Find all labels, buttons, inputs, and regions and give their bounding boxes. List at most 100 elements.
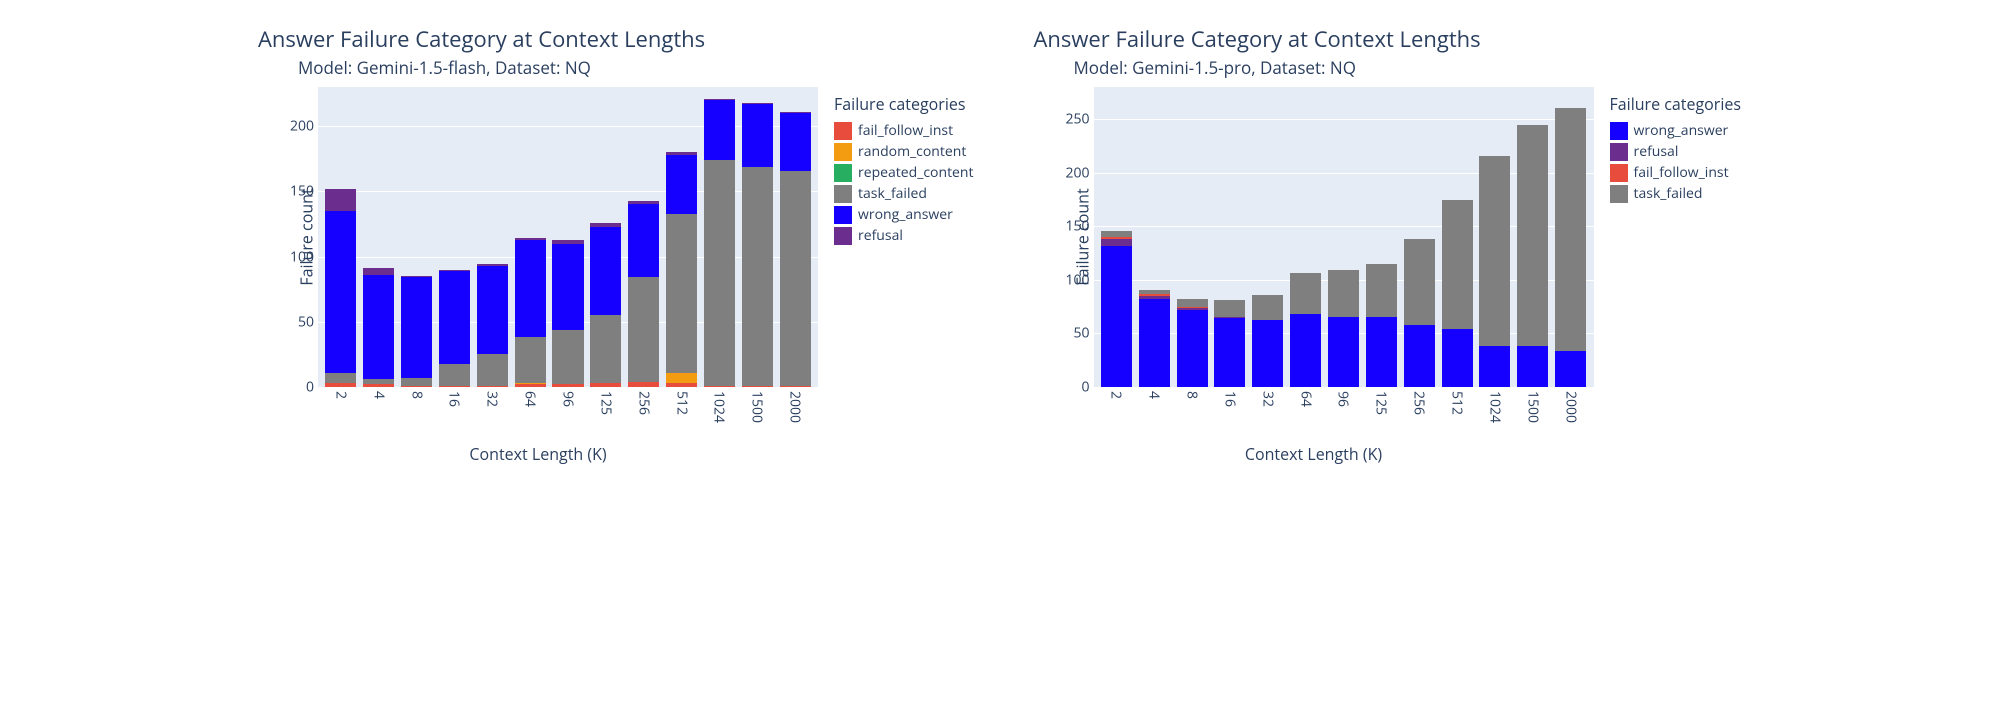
bar-slot: 256 [625, 87, 663, 387]
bar-segment-wrong_answer [1139, 299, 1170, 387]
y-tick-label: 50 [1054, 324, 1090, 343]
bar-stack [1366, 264, 1397, 387]
x-tick-label: 256 [634, 387, 653, 415]
bar-segment-wrong_answer [1290, 314, 1321, 387]
bar-slot: 8 [398, 87, 436, 387]
bar-segment-task_failed [552, 330, 583, 385]
x-tick-label: 1500 [748, 387, 767, 423]
legend-item-fail_follow_inst[interactable]: fail_follow_inst [834, 121, 973, 140]
x-tick-label: 512 [1448, 387, 1467, 415]
bar-slot: 32 [1249, 87, 1287, 387]
bar-stack [1214, 300, 1245, 387]
chart-row: Failure count 05010015020024816326496125… [258, 87, 973, 465]
bar-segment-wrong_answer [704, 100, 735, 160]
legend-label: repeated_content [858, 163, 973, 182]
x-tick-label: 2 [1107, 387, 1126, 399]
legend-item-refusal[interactable]: refusal [834, 226, 973, 245]
x-tick-label: 2000 [786, 387, 805, 423]
x-tick-label: 16 [1220, 387, 1239, 407]
legend-swatch [1610, 143, 1628, 161]
bar-stack [1139, 290, 1170, 387]
bar-segment-wrong_answer [1328, 317, 1359, 387]
bar-segment-task_failed [590, 315, 621, 383]
bar-slot: 64 [1287, 87, 1325, 387]
legend-item-task_failed[interactable]: task_failed [834, 184, 973, 203]
bar-segment-wrong_answer [1479, 346, 1510, 387]
bar-segment-wrong_answer [1555, 351, 1586, 387]
bar-slot: 4 [1135, 87, 1173, 387]
bar-stack [1479, 156, 1510, 387]
legend-item-task_failed[interactable]: task_failed [1610, 184, 1741, 203]
chart-right: Answer Failure Category at Context Lengt… [1034, 20, 1741, 465]
bar-slot: 256 [1400, 87, 1438, 387]
legend-swatch [834, 122, 852, 140]
bar-segment-task_failed [477, 354, 508, 385]
x-tick-label: 96 [559, 387, 578, 407]
legend-item-repeated_content[interactable]: repeated_content [834, 163, 973, 182]
legend-item-random_content[interactable]: random_content [834, 142, 973, 161]
bar-slot: 4 [360, 87, 398, 387]
bar-stack [401, 276, 432, 387]
y-tick-label: 150 [1054, 217, 1090, 236]
legend-swatch [1610, 122, 1628, 140]
bar-segment-task_failed [1555, 108, 1586, 350]
legend-label: task_failed [858, 184, 927, 203]
page: Answer Failure Category at Context Lengt… [0, 0, 1999, 485]
x-tick-label: 2000 [1561, 387, 1580, 423]
bar-segment-task_failed [325, 373, 356, 383]
legend-item-fail_follow_inst[interactable]: fail_follow_inst [1610, 163, 1741, 182]
x-tick-label: 16 [445, 387, 464, 407]
y-tick-label: 50 [278, 312, 314, 331]
bar-segment-refusal [325, 189, 356, 211]
bar-segment-task_failed [1442, 200, 1473, 330]
y-tick-label: 150 [278, 182, 314, 201]
bar-segment-wrong_answer [1214, 318, 1245, 387]
bar-segment-wrong_answer [439, 271, 470, 364]
chart-row: Failure count 05010015020025024816326496… [1034, 87, 1741, 465]
x-tick-label: 2 [331, 387, 350, 399]
legend-item-refusal[interactable]: refusal [1610, 142, 1741, 161]
bar-segment-task_failed [1517, 125, 1548, 347]
bar-stack [1101, 231, 1132, 387]
bar-slot: 512 [663, 87, 701, 387]
chart-title: Answer Failure Category at Context Lengt… [1034, 24, 1481, 54]
bar-stack [439, 270, 470, 387]
plot-area: Failure count 05010015020025024816326496… [1094, 87, 1594, 387]
bar-segment-task_failed [1290, 273, 1321, 314]
y-tick-label: 0 [278, 378, 314, 397]
bars-container: 24816326496125256512102415002000 [318, 87, 818, 387]
bar-slot: 1024 [700, 87, 738, 387]
y-tick-label: 100 [278, 247, 314, 266]
bar-segment-wrong_answer [1101, 246, 1132, 387]
legend-swatch [834, 227, 852, 245]
bar-segment-wrong_answer [780, 113, 811, 170]
bar-segment-wrong_answer [1517, 346, 1548, 387]
bar-stack [1555, 108, 1586, 387]
x-tick-label: 8 [407, 387, 426, 399]
chart-title: Answer Failure Category at Context Lengt… [258, 24, 705, 54]
bar-stack [742, 103, 773, 387]
legend-label: refusal [1634, 142, 1679, 161]
x-tick-label: 256 [1410, 387, 1429, 415]
x-tick-label: 1024 [710, 387, 729, 423]
bars-container: 24816326496125256512102415002000 [1094, 87, 1594, 387]
bar-segment-wrong_answer [590, 227, 621, 316]
legend-item-wrong_answer[interactable]: wrong_answer [1610, 121, 1741, 140]
bar-stack [515, 238, 546, 387]
bar-slot: 512 [1438, 87, 1476, 387]
legend: Failure categories wrong_answerrefusalfa… [1610, 93, 1741, 205]
legend-item-wrong_answer[interactable]: wrong_answer [834, 205, 973, 224]
legend-label: task_failed [1634, 184, 1703, 203]
bar-segment-task_failed [515, 337, 546, 383]
bar-stack [590, 223, 621, 387]
x-tick-label: 125 [596, 387, 615, 415]
bar-slot: 64 [511, 87, 549, 387]
bar-segment-task_failed [742, 167, 773, 386]
x-tick-label: 64 [1296, 387, 1315, 407]
bar-stack [780, 112, 811, 387]
bar-stack [1290, 273, 1321, 387]
bar-slot: 1500 [1514, 87, 1552, 387]
x-tick-label: 4 [369, 387, 388, 399]
x-axis-title: Context Length (K) [1034, 443, 1594, 465]
bar-segment-wrong_answer [401, 277, 432, 377]
